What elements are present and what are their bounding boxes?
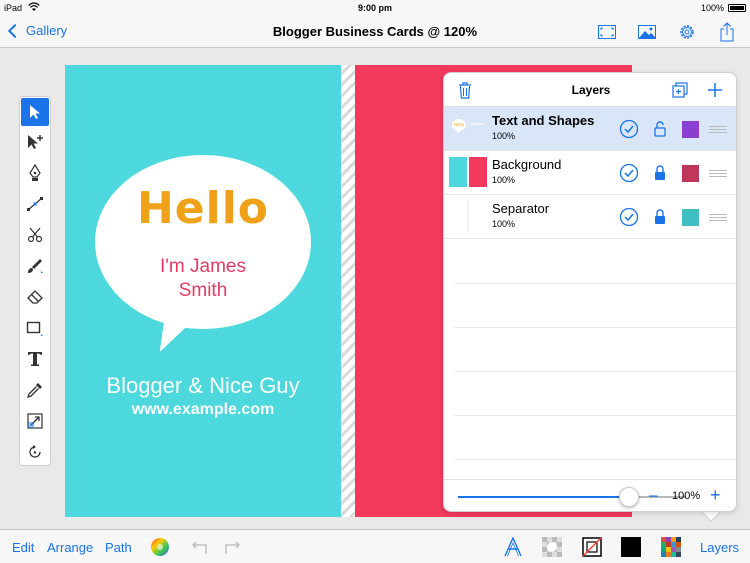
layer-row-background[interactable]: Background 100% <box>444 151 736 195</box>
node-tool-icon[interactable] <box>21 190 49 218</box>
empty-row-divider <box>454 415 736 416</box>
brush-tool-icon[interactable] <box>21 252 49 280</box>
drag-handle-icon[interactable] <box>709 214 727 221</box>
layer-name: Separator <box>492 201 550 216</box>
subselect-tool-icon[interactable] <box>21 128 49 156</box>
scissors-icon[interactable] <box>21 221 49 249</box>
unlock-icon[interactable] <box>649 118 671 140</box>
path-menu-button[interactable]: Path <box>105 540 132 555</box>
lock-icon[interactable] <box>649 162 671 184</box>
name-line-2: Smith <box>178 280 228 301</box>
image-icon[interactable] <box>636 21 658 43</box>
layer-color-swatch[interactable] <box>682 121 699 138</box>
layer-thumbnail <box>449 157 487 187</box>
hello-text: Hello <box>136 183 270 234</box>
add-layer-icon[interactable] <box>704 79 726 101</box>
status-bar: iPad 9:00 pm 100% <box>0 0 750 16</box>
name-line-1: I'm James <box>160 256 246 277</box>
select-tool-icon[interactable] <box>21 98 49 126</box>
layers-header: Layers <box>444 73 736 107</box>
eyedropper-icon[interactable] <box>21 376 49 404</box>
empty-row-divider <box>454 371 736 372</box>
layer-opacity: 100% <box>492 219 516 229</box>
name-text: I'm James Smith <box>95 255 311 303</box>
svg-text:Hello: Hello <box>454 122 465 127</box>
layers-button[interactable]: Layers <box>700 540 739 555</box>
zoom-out-button[interactable]: − <box>648 486 659 507</box>
text-style-icon[interactable] <box>502 536 524 558</box>
rectangle-shape-icon[interactable] <box>21 314 49 342</box>
layer-row-separator[interactable]: Separator 100% <box>444 195 736 239</box>
opacity-slider-thumb[interactable] <box>619 487 639 507</box>
layer-thumbnail <box>449 201 487 231</box>
gear-icon[interactable] <box>676 21 698 43</box>
layer-opacity: 100% <box>492 175 516 185</box>
website-text: www.example.com <box>131 401 275 418</box>
empty-row-divider <box>454 459 736 460</box>
zoom-value: 100% <box>672 490 701 502</box>
speech-bubble-tail <box>159 302 207 358</box>
text-tool-icon[interactable] <box>21 345 49 373</box>
layer-thumbnail: Hello <box>449 113 487 143</box>
share-icon[interactable] <box>716 21 738 43</box>
layer-row-text-and-shapes[interactable]: Hello Text and Shapes 100% <box>444 107 736 151</box>
battery-icon <box>728 4 746 12</box>
layer-color-swatch[interactable] <box>682 165 699 182</box>
layer-name: Background <box>492 157 562 172</box>
zoom-in-button[interactable]: + <box>710 485 721 506</box>
pen-tool-icon[interactable] <box>21 159 49 187</box>
arrange-menu-button[interactable]: Arrange <box>47 540 93 555</box>
edit-menu-button[interactable]: Edit <box>12 540 34 555</box>
navigation-bar: Gallery Blogger Business Cards @ 120% <box>0 16 750 48</box>
fullscreen-icon[interactable] <box>596 21 618 43</box>
layer-name: Text and Shapes <box>492 113 595 128</box>
layer-opacity: 100% <box>492 131 516 141</box>
rotate-icon[interactable] <box>21 438 49 466</box>
visibility-check-icon[interactable] <box>618 162 640 184</box>
transform-tool-icon[interactable] <box>21 407 49 435</box>
battery-percent: 100% <box>700 3 724 13</box>
tagline-text: Blogger & Nice Guy <box>106 373 300 398</box>
stroke-none-icon[interactable] <box>581 536 603 558</box>
card-separator-stripe <box>341 65 355 517</box>
eraser-icon[interactable] <box>21 283 49 311</box>
drag-handle-icon[interactable] <box>709 126 727 133</box>
undo-icon[interactable] <box>188 536 210 558</box>
tool-palette <box>19 96 51 466</box>
empty-row-divider <box>454 283 736 284</box>
fill-black-swatch[interactable] <box>620 536 642 558</box>
bottom-toolbar: Edit Arrange Path Layers <box>0 529 750 563</box>
visibility-check-icon[interactable] <box>618 118 640 140</box>
empty-row-divider <box>454 327 736 328</box>
redo-icon[interactable] <box>222 536 244 558</box>
palette-grid-icon[interactable] <box>660 536 682 558</box>
trash-icon[interactable] <box>454 79 476 101</box>
layers-footer: − 100% + <box>444 479 736 511</box>
drag-handle-icon[interactable] <box>709 170 727 177</box>
opacity-slider-fill <box>458 496 629 498</box>
color-wheel-icon[interactable] <box>149 536 171 558</box>
back-to-gallery-button[interactable]: Gallery <box>6 23 67 38</box>
status-time: 9:00 pm <box>357 3 392 13</box>
layers-title: Layers <box>571 83 611 97</box>
back-label: Gallery <box>26 23 68 38</box>
chevron-left-icon <box>7 23 23 38</box>
visibility-check-icon[interactable] <box>618 206 640 228</box>
lock-icon[interactable] <box>649 206 671 228</box>
fill-transparent-icon[interactable] <box>541 536 563 558</box>
layer-color-swatch[interactable] <box>682 209 699 226</box>
duplicate-layer-icon[interactable] <box>669 79 691 101</box>
layers-panel: Layers Hello Text and Shapes 100% Backgr… <box>443 72 737 512</box>
